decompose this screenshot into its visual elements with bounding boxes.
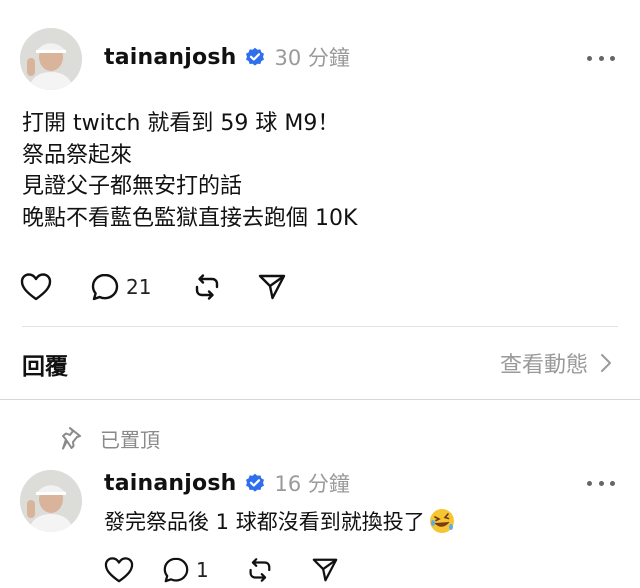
reply-text: 發完祭品後 1 球都沒看到就換投了 [104, 506, 455, 536]
post-header: tainanjosh 30 分鐘 [104, 42, 350, 72]
verified-badge-icon [245, 47, 264, 66]
rolling-on-floor-laughing-icon [429, 509, 454, 533]
share-icon [259, 274, 286, 300]
like-button[interactable] [20, 272, 52, 302]
repost-icon [249, 558, 271, 582]
comment-button[interactable]: 21 [90, 272, 151, 302]
reply-share-button[interactable] [311, 556, 339, 584]
share-icon [312, 558, 338, 582]
reply-like-button[interactable] [104, 556, 134, 584]
post-text: 打開 twitch 就看到 59 球 M9！ 祭品祭起來 見證父子都無安打的話 … [22, 108, 612, 234]
reply-text-content: 發完祭品後 1 球都沒看到就換投了 [104, 510, 425, 534]
replies-heading: 回覆 [22, 354, 68, 380]
avatar[interactable] [20, 28, 82, 90]
pin-icon [62, 426, 81, 449]
timestamp: 30 分鐘 [274, 46, 350, 70]
verified-badge-icon [245, 473, 264, 492]
post-text-line: 打開 twitch 就看到 59 球 M9！ [22, 111, 340, 136]
heart-icon [20, 273, 52, 301]
reply-comment-count: 1 [196, 558, 209, 582]
reply-more-icon[interactable] [587, 478, 615, 488]
username[interactable]: tainanjosh [104, 45, 237, 70]
comment-count: 21 [126, 275, 152, 299]
pinned-indicator: 已置頂 [62, 424, 160, 453]
repost-icon [196, 274, 219, 300]
reply-timestamp: 16 分鐘 [274, 472, 350, 496]
more-icon[interactable] [587, 53, 615, 63]
reply-comment-button[interactable]: 1 [162, 556, 209, 584]
comment-icon [91, 273, 119, 301]
post-actions: 21 [20, 272, 287, 302]
view-activity-label: 查看動態 [499, 353, 588, 378]
reply-repost-button[interactable] [245, 556, 273, 584]
reply-header: tainanjosh 16 分鐘 [104, 468, 350, 498]
heart-icon [104, 557, 134, 583]
reply-username[interactable]: tainanjosh [104, 471, 237, 496]
view-activity-link[interactable]: 查看動態 [500, 347, 612, 379]
post-text-line: 晚點不看藍色監獄直接去跑個 10K [22, 205, 358, 231]
comment-icon [163, 557, 189, 583]
share-button[interactable] [257, 272, 287, 302]
chevron-right-icon [601, 354, 611, 372]
section-divider [0, 399, 640, 400]
post-text-line: 祭品祭起來 [22, 142, 133, 168]
post-text-line: 見證父子都無安打的話 [22, 174, 243, 199]
reply-actions: 1 [104, 556, 339, 584]
pinned-label: 已置頂 [100, 428, 160, 452]
repost-button[interactable] [191, 272, 221, 302]
reply-avatar[interactable] [20, 470, 82, 532]
divider [22, 326, 618, 327]
